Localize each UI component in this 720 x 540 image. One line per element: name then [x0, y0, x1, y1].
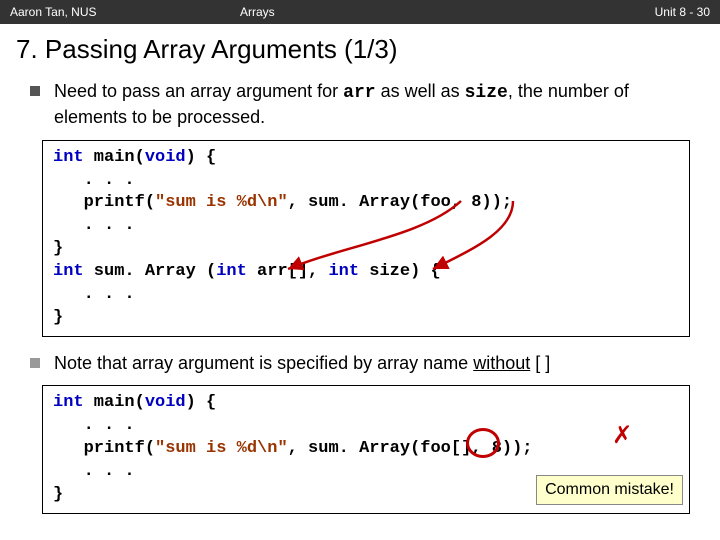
header-page: Unit 8 - 30	[610, 5, 710, 19]
slide-header: Aaron Tan, NUS Arrays Unit 8 - 30	[0, 0, 720, 24]
header-topic: Arrays	[210, 5, 610, 19]
bullet-1-text: Need to pass an array argument for arr a…	[54, 79, 690, 130]
bullet-1-pre: Need to pass an array argument for	[54, 81, 343, 101]
bullet-2: Note that array argument is specified by…	[0, 351, 720, 385]
bullet-2-post: [ ]	[530, 353, 550, 373]
code-box-2: int main(void) { . . . printf("sum is %d…	[42, 385, 690, 514]
bullet-1-mid: as well as	[376, 81, 465, 101]
code1-line8: }	[53, 307, 679, 330]
code1-line1: int main(void) {	[53, 147, 679, 170]
bullet-2-under: without	[473, 353, 530, 373]
code1-line2: . . .	[53, 170, 679, 193]
bullet-1-code2: size	[465, 83, 508, 103]
slide-title: 7. Passing Array Arguments (1/3)	[0, 24, 720, 79]
code1-line5: }	[53, 238, 679, 261]
bullet-2-pre: Note that array argument is specified by…	[54, 353, 473, 373]
code-box-1: int main(void) { . . . printf("sum is %d…	[42, 140, 690, 338]
callout-common-mistake: Common mistake!	[536, 475, 683, 505]
bullet-2-text: Note that array argument is specified by…	[54, 351, 550, 375]
bullet-icon	[30, 86, 40, 96]
code1-line4: . . .	[53, 215, 679, 238]
bullet-1-code1: arr	[343, 83, 375, 103]
bullet-icon	[30, 358, 40, 368]
code1-line7: . . .	[53, 284, 679, 307]
code1-line6: int sum. Array (int arr[], int size) {	[53, 261, 679, 284]
header-author: Aaron Tan, NUS	[10, 5, 210, 19]
code1-line3: printf("sum is %d\n", sum. Array(foo, 8)…	[53, 192, 679, 215]
cross-icon: ✗	[613, 416, 631, 457]
code2-line1: int main(void) {	[53, 392, 679, 415]
code2-line3: printf("sum is %d\n", sum. Array(foo[], …	[53, 438, 679, 461]
bullet-1: Need to pass an array argument for arr a…	[0, 79, 720, 140]
code2-line2: . . .	[53, 415, 679, 438]
